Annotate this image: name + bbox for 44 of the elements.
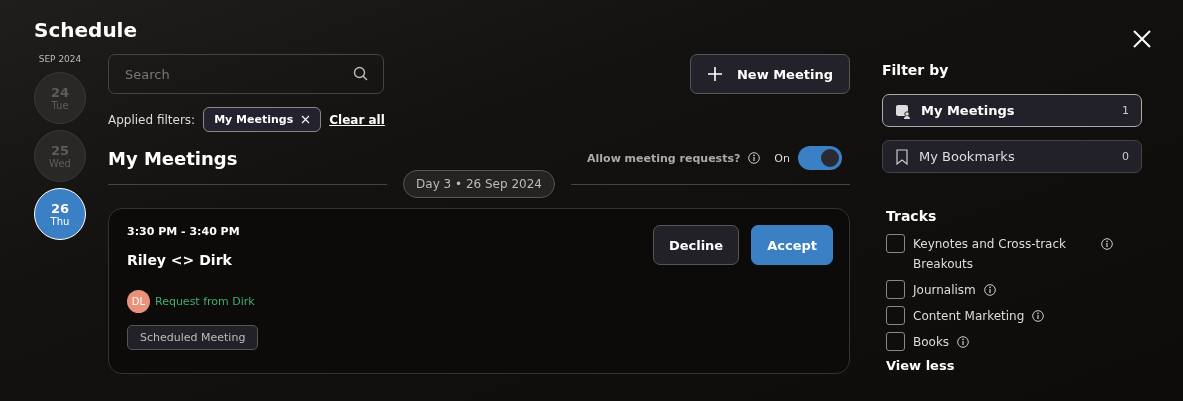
section-title: My Meetings	[108, 147, 238, 169]
applied-filters-label: Applied filters:	[108, 112, 196, 127]
info-icon[interactable]	[957, 336, 970, 348]
clear-all-link[interactable]: Clear all	[329, 112, 385, 127]
checkbox[interactable]	[886, 234, 905, 253]
track-label: Content Marketing	[913, 308, 1025, 325]
new-meeting-button[interactable]: New Meeting	[689, 54, 850, 94]
info-icon[interactable]	[1101, 238, 1113, 250]
month-label: SEP 2024	[38, 54, 82, 64]
filter-chip[interactable]: My Meetings	[203, 107, 322, 132]
meeting-time: 3:30 PM - 3:40 PM	[127, 225, 240, 238]
filter-by-heading: Filter by	[882, 62, 949, 78]
meeting-title: Riley <> Dirk	[127, 252, 232, 268]
track-label: Keynotes and Cross-track Breakouts	[913, 236, 1067, 273]
checkbox[interactable]	[886, 332, 905, 351]
track-label: Journalism	[913, 282, 976, 299]
remove-icon[interactable]	[301, 115, 311, 124]
avatar: DL	[127, 290, 150, 313]
info-icon[interactable]	[748, 152, 761, 164]
track-label: Books	[913, 334, 950, 351]
calendar-person-icon	[895, 102, 911, 119]
info-icon[interactable]	[1032, 310, 1045, 322]
checkbox[interactable]	[886, 280, 905, 299]
info-icon[interactable]	[983, 284, 996, 296]
bookmark-icon	[895, 148, 909, 165]
filter-item[interactable]: My Bookmarks 0	[882, 140, 1142, 173]
tracks-heading: Tracks	[886, 208, 938, 224]
allow-requests-label: Allow meeting requests?	[587, 151, 741, 165]
search-field[interactable]: Search	[108, 54, 384, 94]
decline-button[interactable]: Decline	[652, 225, 740, 265]
plus-icon	[706, 66, 723, 82]
toggle-state-label: On	[774, 151, 790, 165]
checkbox[interactable]	[886, 306, 905, 325]
day-divider-label: Day 3 • 26 Sep 2024	[403, 170, 555, 198]
close-icon[interactable]	[1131, 28, 1153, 50]
accept-button[interactable]: Accept	[751, 225, 833, 265]
meeting-tag: Scheduled Meeting	[127, 325, 259, 350]
request-from-label: Request from Dirk	[155, 295, 255, 308]
page-title: Schedule	[34, 18, 139, 44]
search-icon[interactable]	[353, 66, 368, 81]
allow-requests-toggle[interactable]	[798, 146, 842, 170]
view-less-button[interactable]: View less	[886, 358, 955, 373]
date-button[interactable]: 26 Thu	[34, 188, 86, 240]
filter-item[interactable]: My Meetings 1	[882, 94, 1142, 127]
